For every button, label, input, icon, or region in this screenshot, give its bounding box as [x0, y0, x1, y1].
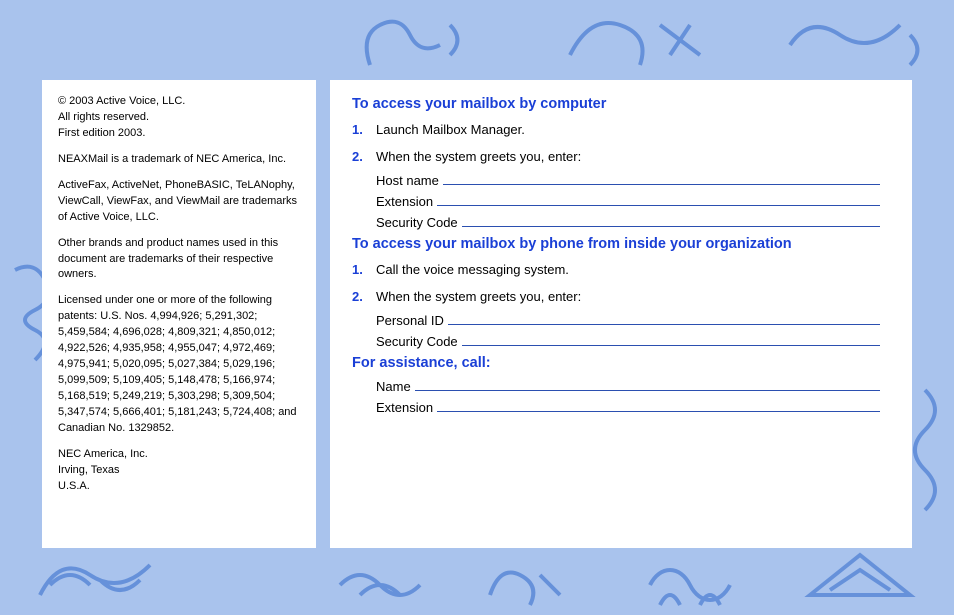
field-label: Extension	[376, 400, 433, 415]
doodle-bottom-right	[800, 545, 950, 615]
step-2-1: 1. Call the voice messaging system.	[352, 260, 890, 280]
trademark-other: Other brands and product names used in t…	[58, 236, 300, 284]
input-line[interactable]	[437, 400, 880, 412]
company-address: NEC America, Inc. Irving, Texas U.S.A.	[58, 447, 300, 495]
trademark-neax: NEAXMail is a trademark of NEC America, …	[58, 152, 300, 168]
step-text: Launch Mailbox Manager.	[376, 120, 890, 140]
doodle-top-2	[560, 5, 720, 80]
steps-computer: 1. Launch Mailbox Manager. 2. When the s…	[352, 120, 890, 166]
step-text: When the system greets you, enter:	[376, 147, 890, 167]
input-line[interactable]	[443, 173, 880, 185]
instructions-panel: To access your mailbox by computer 1. La…	[330, 80, 912, 548]
field-label: Security Code	[376, 215, 458, 230]
step-num: 1.	[352, 260, 376, 280]
doodle-bottom-1	[330, 555, 450, 615]
heading-computer-access: To access your mailbox by computer	[352, 96, 890, 112]
step-text: Call the voice messaging system.	[376, 260, 890, 280]
doodle-top-1	[350, 5, 490, 80]
legal-panel: © 2003 Active Voice, LLC. All rights res…	[42, 80, 316, 548]
step-2-2: 2. When the system greets you, enter:	[352, 287, 890, 307]
doodle-top-3	[780, 5, 950, 80]
doodle-bottom-2	[480, 555, 580, 615]
heading-phone-access: To access your mailbox by phone from ins…	[352, 236, 890, 252]
heading-assistance: For assistance, call:	[352, 355, 890, 371]
field-label: Extension	[376, 194, 433, 209]
input-line[interactable]	[462, 215, 880, 227]
doodle-bottom-3	[640, 555, 760, 615]
field-security-code-computer[interactable]: Security Code	[376, 215, 890, 230]
input-line[interactable]	[415, 379, 880, 391]
step-1-2: 2. When the system greets you, enter:	[352, 147, 890, 167]
field-label: Personal ID	[376, 313, 444, 328]
field-label: Name	[376, 379, 411, 394]
field-host-name[interactable]: Host name	[376, 173, 890, 188]
patents-text: Licensed under one or more of the follow…	[58, 293, 300, 436]
step-1-1: 1. Launch Mailbox Manager.	[352, 120, 890, 140]
input-line[interactable]	[462, 334, 880, 346]
field-label: Host name	[376, 173, 439, 188]
input-line[interactable]	[437, 194, 880, 206]
step-text: When the system greets you, enter:	[376, 287, 890, 307]
field-assist-extension[interactable]: Extension	[376, 400, 890, 415]
field-security-code-phone[interactable]: Security Code	[376, 334, 890, 349]
step-num: 1.	[352, 120, 376, 140]
copyright-text: © 2003 Active Voice, LLC. All rights res…	[58, 94, 300, 142]
steps-phone: 1. Call the voice messaging system. 2. W…	[352, 260, 890, 306]
field-label: Security Code	[376, 334, 458, 349]
field-assist-name[interactable]: Name	[376, 379, 890, 394]
step-num: 2.	[352, 287, 376, 307]
field-extension-computer[interactable]: Extension	[376, 194, 890, 209]
doodle-bottom-left	[30, 545, 170, 615]
trademark-active: ActiveFax, ActiveNet, PhoneBASIC, TeLANo…	[58, 178, 300, 226]
step-num: 2.	[352, 147, 376, 167]
field-personal-id[interactable]: Personal ID	[376, 313, 890, 328]
input-line[interactable]	[448, 313, 880, 325]
